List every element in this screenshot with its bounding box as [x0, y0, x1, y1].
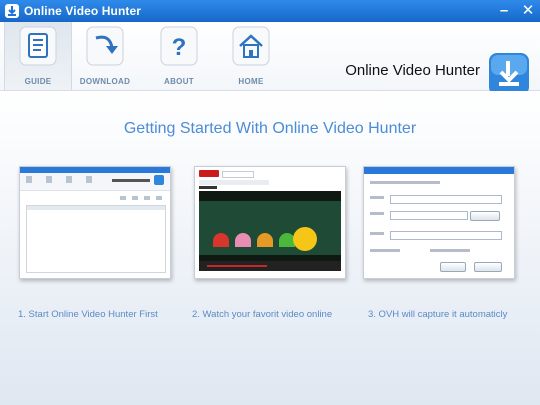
step3-caption: 3. OVH will capture it automaticly [368, 309, 508, 320]
brand-logo-icon [489, 53, 529, 95]
video-preview [199, 191, 341, 271]
download-label: DOWNLOAD [79, 77, 131, 86]
home-icon [232, 26, 270, 66]
toolbar: GUIDE DOWNLOAD ? ABOUT HOME Online Video… [0, 22, 540, 95]
about-label: ABOUT [164, 77, 194, 86]
minimize-button[interactable]: – [494, 1, 514, 21]
document-icon [19, 26, 57, 66]
download-tab[interactable]: DOWNLOAD [72, 22, 138, 90]
app-icon [5, 4, 19, 18]
home-label: HOME [238, 77, 264, 86]
step2-screenshot [194, 166, 346, 279]
page-heading: Getting Started With Online Video Hunter [123, 120, 417, 137]
title-bar: Online Video Hunter – ✕ [0, 0, 540, 22]
svg-text:?: ? [172, 34, 187, 61]
step2-caption: 2. Watch your favorit video online [192, 309, 333, 320]
about-tab[interactable]: ? ABOUT [146, 22, 212, 90]
guide-label: GUIDE [24, 77, 52, 86]
step3-screenshot [363, 166, 515, 279]
window-title: Online Video Hunter [24, 4, 142, 18]
question-icon: ? [160, 26, 198, 66]
step1-screenshot [19, 166, 171, 279]
guide-panel: Getting Started With Online Video Hunter [0, 91, 540, 405]
guide-tab[interactable]: GUIDE [4, 22, 72, 90]
step1-caption: 1. Start Online Video Hunter First [18, 309, 158, 320]
home-tab[interactable]: HOME [218, 22, 284, 90]
brand-name: Online Video Hunter [345, 62, 480, 79]
download-arrow-icon [86, 26, 124, 66]
close-button[interactable]: ✕ [518, 1, 538, 21]
